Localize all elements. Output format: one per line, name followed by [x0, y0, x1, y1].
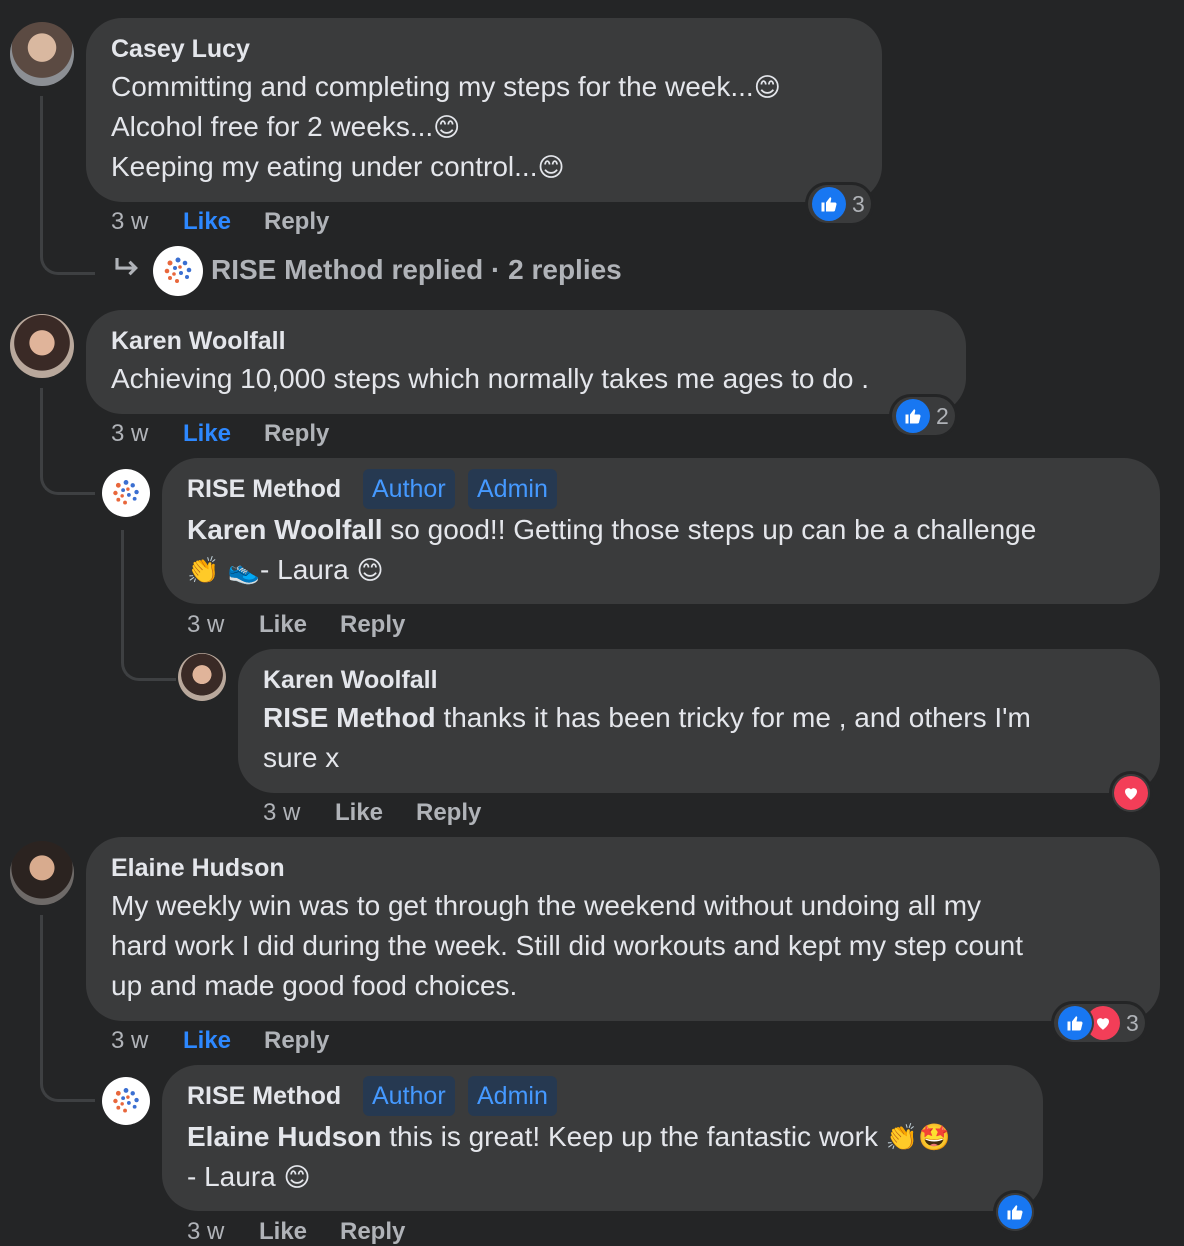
- admin-badge: Admin: [468, 1076, 557, 1116]
- rise-logo-icon: [164, 257, 192, 283]
- smile-emoji-icon: 😊: [283, 1163, 311, 1193]
- smile-emoji-icon: 😊: [753, 73, 781, 103]
- rise-logo-icon: [113, 480, 139, 505]
- reaction-count: 3: [852, 190, 865, 217]
- comment-text-line: Achieving 10,000 steps which normally ta…: [111, 363, 869, 394]
- avatar-rise-method[interactable]: [102, 469, 150, 517]
- thread-line: [40, 388, 95, 495]
- clap-shoe-emoji-icon: 👏 👟: [187, 556, 261, 586]
- reply-text-line: Karen Woolfall so good!! Getting those s…: [187, 514, 1037, 545]
- reaction-count: 3: [1126, 1009, 1139, 1036]
- comment-author[interactable]: Casey Lucy: [111, 35, 250, 64]
- comment-text-line: My weekly win was to get through the wee…: [111, 890, 982, 921]
- reply-button[interactable]: Reply: [264, 208, 329, 236]
- reply-text-line: sure x: [263, 742, 340, 773]
- reply-button[interactable]: Reply: [340, 611, 405, 639]
- author-badge: Author: [363, 1076, 455, 1116]
- reaction-summary[interactable]: [1112, 774, 1150, 812]
- like-button[interactable]: Like: [183, 420, 231, 448]
- smile-emoji-icon: 😊: [537, 153, 565, 183]
- reply-text-line: Elaine Hudson this is great! Keep up the…: [187, 1121, 951, 1153]
- clap-starstruck-emoji-icon: 👏🤩: [885, 1123, 951, 1153]
- reply-author[interactable]: RISE Method: [187, 1082, 341, 1111]
- author-badge: Author: [363, 469, 455, 509]
- like-icon: [998, 1195, 1032, 1229]
- smile-emoji-icon: 😊: [433, 113, 461, 143]
- comment-author[interactable]: Elaine Hudson: [111, 854, 285, 883]
- reply-text-line: 👏 👟- Laura 😊: [187, 554, 384, 586]
- comment-text-line: Alcohol free for 2 weeks...😊: [111, 111, 461, 143]
- like-icon: [896, 399, 930, 433]
- reply-author[interactable]: RISE Method: [187, 475, 341, 504]
- reply-button[interactable]: Reply: [264, 1027, 329, 1055]
- like-button[interactable]: Like: [183, 1027, 231, 1055]
- reaction-summary[interactable]: 3: [1054, 1004, 1145, 1042]
- comment-text-line: up and made good food choices.: [111, 970, 518, 1001]
- admin-badge: Admin: [468, 469, 557, 509]
- reply-time[interactable]: 3 w: [263, 799, 300, 827]
- like-icon: [1058, 1006, 1092, 1040]
- reply-time[interactable]: 3 w: [187, 1218, 224, 1246]
- comment-text-line: Committing and completing my steps for t…: [111, 71, 781, 103]
- reply-arrow-icon: [112, 253, 142, 288]
- like-button[interactable]: Like: [335, 799, 383, 827]
- avatar-karen-woolfall[interactable]: [10, 314, 74, 378]
- like-button[interactable]: Like: [259, 611, 307, 639]
- avatar-elaine-hudson[interactable]: [10, 841, 74, 905]
- reply-button[interactable]: Reply: [264, 420, 329, 448]
- mention-link[interactable]: Elaine Hudson: [187, 1121, 381, 1152]
- comment-text-line: Keeping my eating under control...😊: [111, 151, 565, 183]
- comment-time[interactable]: 3 w: [111, 1027, 148, 1055]
- heart-icon: [1114, 776, 1148, 810]
- comment-text-line: hard work I did during the week. Still d…: [111, 930, 1024, 961]
- like-button[interactable]: Like: [183, 208, 231, 236]
- mention-link[interactable]: RISE Method: [263, 702, 436, 733]
- comment-time[interactable]: 3 w: [111, 420, 148, 448]
- avatar-rise-method[interactable]: [153, 246, 203, 296]
- comment-author[interactable]: Karen Woolfall: [111, 327, 286, 356]
- reply-time[interactable]: 3 w: [187, 611, 224, 639]
- avatar-karen-woolfall[interactable]: [178, 653, 226, 701]
- mention-link[interactable]: Karen Woolfall: [187, 514, 383, 545]
- like-button[interactable]: Like: [259, 1218, 307, 1246]
- reaction-summary[interactable]: 2: [892, 397, 955, 435]
- reply-button[interactable]: Reply: [416, 799, 481, 827]
- reply-text-line: - Laura 😊: [187, 1161, 311, 1193]
- reply-author[interactable]: Karen Woolfall: [263, 666, 438, 695]
- avatar-rise-method[interactable]: [102, 1077, 150, 1125]
- reaction-summary[interactable]: [996, 1193, 1034, 1231]
- view-replies-link[interactable]: RISE Method replied · 2 replies: [211, 254, 622, 286]
- reply-text-line: RISE Method thanks it has been tricky fo…: [263, 702, 1031, 733]
- reaction-count: 2: [936, 402, 949, 429]
- reply-button[interactable]: Reply: [340, 1218, 405, 1246]
- rise-logo-icon: [113, 1088, 139, 1113]
- like-icon: [812, 187, 846, 221]
- avatar-casey-lucy[interactable]: [10, 22, 74, 86]
- reaction-summary[interactable]: 3: [808, 185, 871, 223]
- smile-emoji-icon: 😊: [356, 556, 384, 586]
- comment-time[interactable]: 3 w: [111, 208, 148, 236]
